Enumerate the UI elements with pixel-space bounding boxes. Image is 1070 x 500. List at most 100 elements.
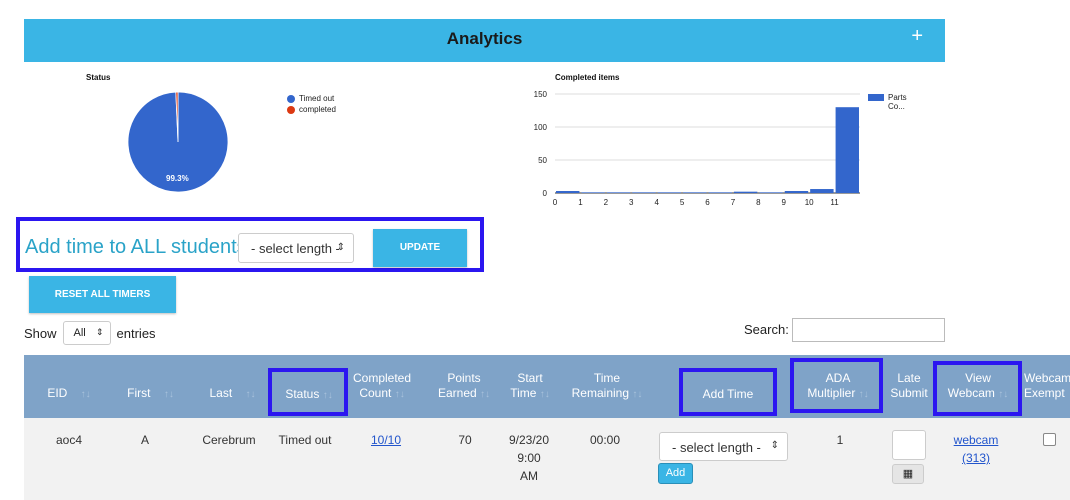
- add-time-all-select[interactable]: - select length - ⇕: [238, 233, 354, 263]
- sort-icon: ↑↓: [539, 389, 550, 400]
- search-label: Search:: [744, 322, 789, 337]
- search-input[interactable]: [792, 318, 945, 342]
- column-label-2: Count: [359, 386, 392, 400]
- legend-swatch-icon: [868, 94, 884, 101]
- sort-icon: ↑↓: [163, 389, 174, 400]
- column-late-submit: Late Submit: [885, 371, 933, 401]
- column-points-earned[interactable]: Points Earned ↑↓: [434, 371, 494, 402]
- analytics-header[interactable]: Analytics +: [24, 19, 945, 62]
- bar-legend-label-2: Co...: [888, 102, 905, 111]
- select-arrows-icon: ⇕: [95, 327, 104, 337]
- status-legend: Timed out completed: [287, 93, 336, 115]
- legend-item-timed-out: Timed out: [287, 93, 336, 104]
- pie-slice-label: 99.3%: [166, 174, 189, 183]
- cell-ada: 1: [836, 433, 844, 447]
- legend-dot-icon: [287, 94, 295, 103]
- webcam-count-link[interactable]: (313): [962, 451, 990, 465]
- highlight-box-ada: [790, 358, 883, 413]
- y-tick-label: 100: [534, 123, 548, 132]
- column-label-2: Time: [510, 386, 537, 400]
- y-tick-label: 0: [543, 189, 548, 198]
- highlight-box-add-time: [679, 368, 777, 416]
- column-label: Time: [593, 371, 621, 385]
- status-chart-title: Status: [86, 73, 111, 82]
- cell-first: A: [140, 433, 149, 447]
- legend-dot-icon: [287, 105, 295, 114]
- show-label: Show: [24, 325, 57, 341]
- cell-webcam[interactable]: webcam (313): [945, 431, 1007, 467]
- bar-6: [708, 192, 732, 193]
- column-label: Last: [209, 386, 233, 400]
- bar-7: [733, 191, 758, 193]
- sort-icon: ↑↓: [245, 389, 256, 400]
- highlight-box-webcam: [933, 361, 1022, 416]
- x-tick-label: 0: [553, 198, 558, 207]
- bar-1: [581, 192, 605, 193]
- highlight-box-status: [268, 368, 348, 416]
- entries-select[interactable]: All ⇕: [62, 321, 111, 345]
- column-last[interactable]: Last ↑↓: [200, 386, 265, 402]
- cell-time-remaining: 00:00: [589, 433, 621, 447]
- entries-label: entries: [116, 325, 156, 341]
- cell-completed-link[interactable]: 10/10: [361, 431, 411, 449]
- webcam-link[interactable]: webcam: [954, 433, 999, 447]
- y-tick-label: 150: [534, 90, 548, 99]
- bar-10: [810, 189, 834, 193]
- x-tick-label: 5: [680, 198, 685, 207]
- column-label-2: Exempt: [1024, 386, 1065, 400]
- calendar-icon[interactable]: ▦: [892, 464, 924, 484]
- entries-value: All: [73, 327, 86, 339]
- start-hour: 9:00: [517, 451, 541, 465]
- cell-eid: aoc4: [55, 433, 83, 447]
- row-add-button[interactable]: Add: [658, 463, 693, 484]
- column-label-2: Remaining: [571, 386, 630, 400]
- webcam-exempt-checkbox[interactable]: [1043, 433, 1056, 446]
- column-label-2: Earned: [437, 386, 477, 400]
- sort-icon: ↑↓: [632, 389, 643, 400]
- x-tick-label: 8: [756, 198, 761, 207]
- select-arrows-icon: ⇕: [770, 440, 779, 451]
- x-tick-label: 7: [731, 198, 736, 207]
- select-value: - select length -: [251, 241, 340, 256]
- x-tick-label: 11: [830, 198, 839, 207]
- column-label: Webcam: [1024, 371, 1070, 385]
- legend-item-completed: completed: [287, 104, 336, 115]
- legend-label: Timed out: [299, 94, 335, 103]
- x-tick-label: 1: [578, 198, 583, 207]
- bar-4: [657, 192, 682, 193]
- bar-3: [632, 192, 656, 193]
- column-time-remaining[interactable]: Time Remaining ↑↓: [565, 371, 649, 402]
- update-button[interactable]: UPDATE: [373, 229, 467, 267]
- cell-last: Cerebrum: [202, 433, 256, 447]
- column-first[interactable]: First ↑↓: [118, 386, 183, 402]
- cell-start-time: 9/23/20 9:00 AM: [503, 431, 555, 485]
- sort-icon: ↑↓: [394, 389, 405, 400]
- x-tick-label: 2: [604, 198, 609, 207]
- bar-legend: Parts Co...: [868, 93, 907, 111]
- x-tick-label: 4: [654, 198, 659, 207]
- column-label: Points: [447, 371, 481, 385]
- column-start-time[interactable]: Start Time ↑↓: [505, 371, 555, 402]
- select-arrows-icon: ⇕: [336, 242, 345, 253]
- column-completed-count[interactable]: Completed Count ↑↓: [346, 371, 418, 402]
- bar-8: [759, 192, 783, 193]
- cell-points: 70: [458, 433, 472, 447]
- column-label: Completed: [352, 371, 412, 385]
- reset-all-timers-button[interactable]: RESET ALL TIMERS: [29, 276, 176, 313]
- bar-5: [683, 192, 707, 193]
- expand-plus-icon[interactable]: +: [911, 26, 923, 46]
- show-entries: Show All ⇕ entries: [24, 321, 156, 345]
- start-ampm: AM: [520, 469, 538, 483]
- row-add-time-select[interactable]: - select length - ⇕: [659, 432, 788, 461]
- bar-11: [835, 107, 859, 193]
- x-tick-label: 10: [805, 198, 814, 207]
- column-webcam-exempt[interactable]: Webcam Exempt: [1024, 371, 1070, 401]
- bar-legend-label-1: Parts: [888, 93, 907, 102]
- completed-link[interactable]: 10/10: [371, 433, 401, 447]
- analytics-page: Analytics + Status 99.3% Timed out compl…: [0, 0, 1070, 500]
- column-eid[interactable]: EID ↑↓: [44, 386, 94, 402]
- bar-2: [606, 192, 631, 193]
- header-title: Analytics: [446, 29, 523, 48]
- late-submit-input[interactable]: [892, 430, 926, 460]
- x-tick-label: 6: [705, 198, 710, 207]
